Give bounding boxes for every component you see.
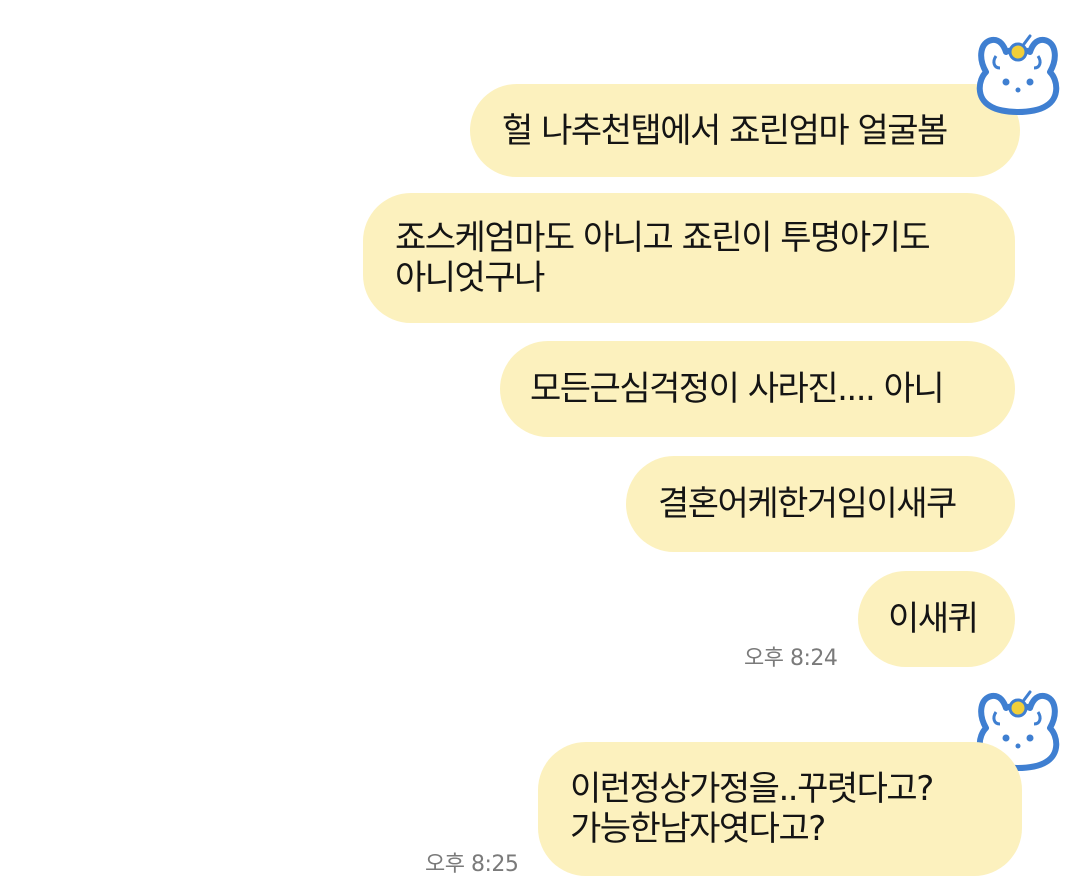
- cat-with-flower-sticker-icon: [976, 34, 1060, 115]
- message-bubble[interactable]: 죠스케엄마도 아니고 죠린이 투명아기도 아니엇구나: [363, 193, 1015, 323]
- message-bubble[interactable]: 이런정상가정을..꾸렷다고? 가능한남자엿다고?: [538, 742, 1022, 876]
- message-text: 헐 나추천탭에서 죠린엄마 얼굴봄: [502, 110, 948, 151]
- message-bubble[interactable]: 결혼어케한거임이새쿠: [626, 456, 1015, 552]
- message-bubble[interactable]: 모든근심걱정이 사라진.... 아니: [500, 341, 1015, 437]
- message-text-line: 아니엇구나: [395, 258, 545, 298]
- message-bubble[interactable]: 이새퀴: [858, 571, 1015, 667]
- message-text: 모든근심걱정이 사라진.... 아니: [530, 369, 945, 409]
- message-timestamp: 오후 8:25: [425, 852, 519, 877]
- message-text: 이새퀴: [888, 599, 979, 639]
- message-text-line: 이런정상가정을..꾸렷다고?: [570, 769, 934, 809]
- message-bubble[interactable]: 헐 나추천탭에서 죠린엄마 얼굴봄: [470, 84, 1020, 177]
- message-text: 결혼어케한거임이새쿠: [658, 484, 957, 524]
- message-text-line: 죠스케엄마도 아니고 죠린이 투명아기도: [395, 218, 931, 258]
- message-text-line: 가능한남자엿다고?: [570, 809, 826, 849]
- message-timestamp: 오후 8:24: [744, 646, 838, 671]
